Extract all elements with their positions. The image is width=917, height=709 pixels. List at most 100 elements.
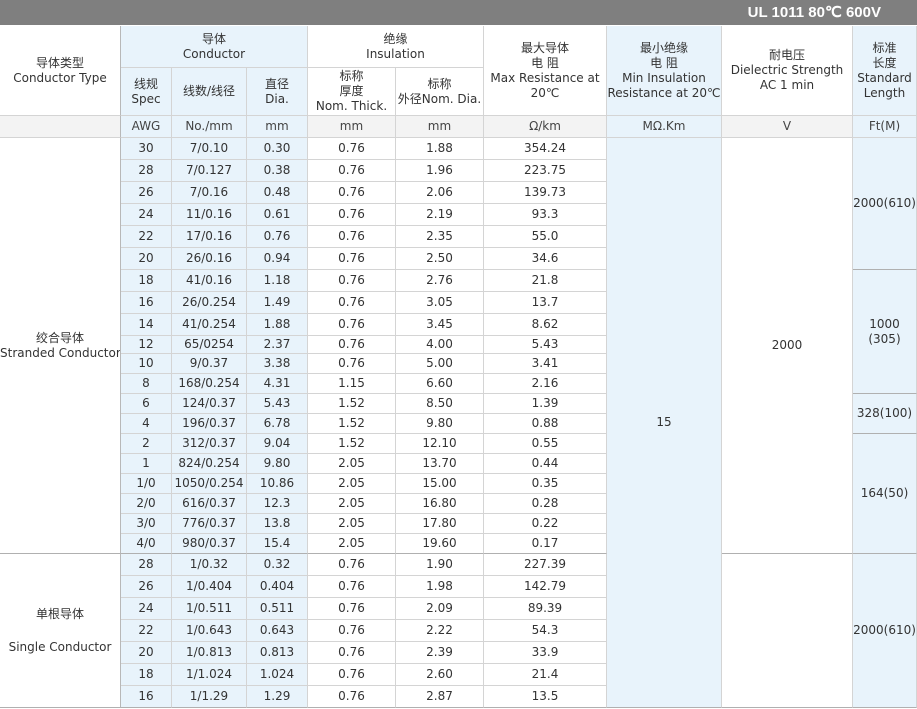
thick-cell: 1.15 [308,374,396,394]
thick-cell: 2.05 [308,454,396,474]
dia-cell: 9.80 [247,454,308,474]
header-conductor-type-cn: 导体类型 [35,55,84,70]
nom-dia-cell: 6.60 [396,374,484,394]
resistance-cell: 0.44 [484,454,607,474]
header-max-resistance: 最大导体 电 阻 Max Resistance at 20℃ [484,26,607,116]
dia-cell: 15.4 [247,534,308,554]
header-conductor-cn: 导体 [201,31,226,46]
resistance-cell: 5.43 [484,336,607,354]
dia-cell: 12.3 [247,494,308,514]
dia-cell: 0.511 [247,598,308,620]
nom-dia-cell: 17.80 [396,514,484,534]
thick-cell: 0.76 [308,204,396,226]
thick-cell: 2.05 [308,474,396,494]
strands-cell: 1/1.29 [172,686,247,708]
header-conductor-type-en: Conductor Type [13,70,107,85]
header-nom-thick-cn2: 厚度 [339,84,364,98]
nom-dia-cell: 13.70 [396,454,484,474]
header-min-ins-en1: Min Insulation [622,70,706,85]
dia-cell: 1.18 [247,270,308,292]
resistance-cell: 0.28 [484,494,607,514]
strands-cell: 7/0.127 [172,160,247,182]
resistance-cell: 33.9 [484,642,607,664]
header-dielectric-cn: 耐电压 [768,48,805,62]
spec-cell: 20 [121,642,172,664]
strands-cell: 41/0.254 [172,314,247,336]
header-nom-thick-cn1: 标称 [339,69,364,83]
unit-length: Ft(M) [853,116,917,138]
nom-dia-cell: 2.09 [396,598,484,620]
strands-cell: 1/0.813 [172,642,247,664]
thick-cell: 0.76 [308,292,396,314]
strands-cell: 1/1.024 [172,664,247,686]
header-strands: 线数/线径 [172,68,247,116]
dia-cell: 0.643 [247,620,308,642]
dia-cell: 0.32 [247,554,308,576]
spec-cell: 10 [121,354,172,374]
spec-cell: 26 [121,576,172,598]
header-min-ins-cn2: 电 阻 [650,55,678,70]
strands-cell: 1/0.511 [172,598,247,620]
dia-cell: 0.48 [247,182,308,204]
header-nom-dia: 标称 外径Nom. Dia. [396,68,484,116]
spec-cell: 18 [121,664,172,686]
dia-cell: 3.38 [247,354,308,374]
spec-cell: 12 [121,336,172,354]
strands-cell: 124/0.37 [172,394,247,414]
strands-cell: 312/0.37 [172,434,247,454]
unit-thick: mm [308,116,396,138]
thick-cell: 1.52 [308,434,396,454]
header-conductor: 导体 Conductor [121,26,308,68]
thick-cell: 0.76 [308,138,396,160]
units-row: AWG No./mm mm mm mm Ω/km MΩ.Km V Ft(M) [0,116,917,138]
table-row: 单根导体 Single Conductor 28 1/0.32 0.32 0.76 1.90… [0,554,917,708]
strands-cell: 980/0.37 [172,534,247,554]
min-insulation-value: 15 [607,138,722,708]
dia-cell: 5.43 [247,394,308,414]
resistance-cell: 0.55 [484,434,607,454]
thick-cell: 0.76 [308,336,396,354]
unit-awg: AWG [121,116,172,138]
strands-cell: 9/0.37 [172,354,247,374]
nom-dia-cell: 2.22 [396,620,484,642]
header-nom-thick: 标称 厚度 Nom. Thick. [308,68,396,116]
spec-cell: 4 [121,414,172,434]
header-min-ins-cn1: 最小绝缘 [639,40,688,55]
spec-cell: 1 [121,454,172,474]
header-max-res-en2: 20℃ [530,85,560,100]
nom-dia-cell: 19.60 [396,534,484,554]
thick-cell: 0.76 [308,642,396,664]
spec-cell: 6 [121,394,172,414]
thick-cell: 0.76 [308,314,396,336]
spec-cell: 16 [121,686,172,708]
thick-cell: 0.76 [308,620,396,642]
thick-cell: 1.52 [308,414,396,434]
header-dia: 直径 Dia. [247,68,308,116]
dia-cell: 1.88 [247,314,308,336]
header-insulation-cn: 绝缘 [383,31,408,46]
resistance-cell: 55.0 [484,226,607,248]
unit-voltage: V [722,116,853,138]
standard-length-value: 2000(610) [853,138,917,270]
resistance-cell: 93.3 [484,204,607,226]
dia-cell: 6.78 [247,414,308,434]
header-nom-dia-en: 外径Nom. Dia. [397,91,482,106]
nom-dia-cell: 2.60 [396,664,484,686]
header-conductor-en: Conductor [182,46,246,61]
nom-dia-cell: 1.96 [396,160,484,182]
header-max-res-cn2: 电 阻 [531,55,559,70]
dia-cell: 13.8 [247,514,308,534]
header-nom-thick-en: Nom. Thick. [315,99,388,113]
header-max-res-cn1: 最大导体 [520,40,569,55]
header-standard-length: 标准 长度 Standard Length [853,26,917,116]
resistance-cell: 13.7 [484,292,607,314]
header-spec: 线规 Spec [121,68,172,116]
unit-dia: mm [247,116,308,138]
nom-dia-cell: 2.50 [396,248,484,270]
strands-cell: 7/0.10 [172,138,247,160]
strands-cell: 1/0.32 [172,554,247,576]
header-min-ins-en2: Resistance at 20℃ [607,85,721,100]
resistance-cell: 0.35 [484,474,607,494]
header-length-en1: Standard [857,70,912,85]
nom-dia-cell: 2.35 [396,226,484,248]
